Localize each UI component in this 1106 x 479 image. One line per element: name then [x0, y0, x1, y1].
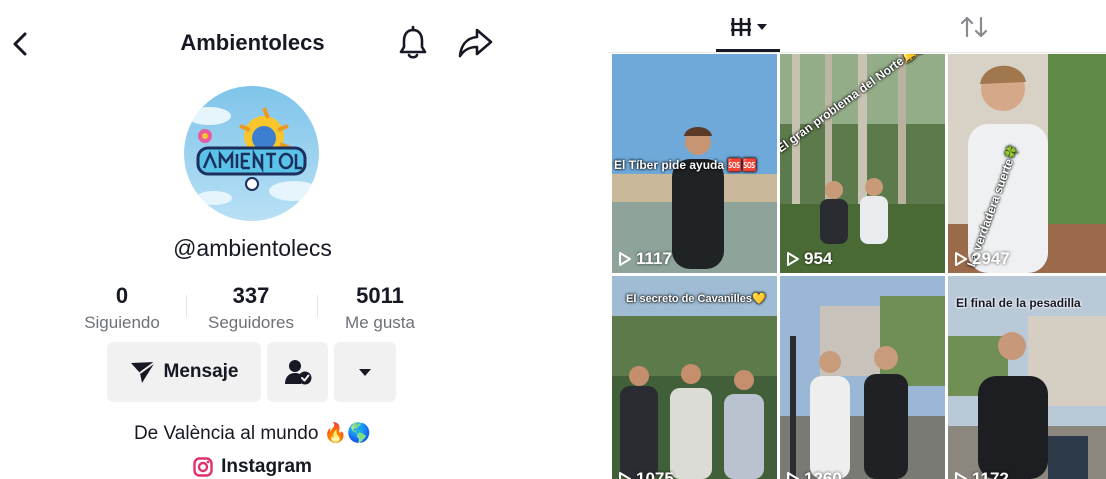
- play-icon: [955, 252, 967, 266]
- play-count: 1260: [786, 469, 842, 479]
- video-tile[interactable]: 1260: [780, 276, 945, 479]
- play-icon: [787, 472, 799, 479]
- video-caption: El Tíber pide ayuda 🆘🆘: [614, 158, 758, 172]
- play-icon: [787, 252, 799, 266]
- tab-videos[interactable]: [718, 12, 780, 42]
- avatar[interactable]: [184, 86, 319, 221]
- play-icon: [619, 472, 631, 479]
- profile-stats: 0 Siguiendo 337 Seguidores 5011 Me gusta: [75, 284, 430, 334]
- likes-count: 5011: [356, 283, 404, 308]
- send-icon: [130, 361, 156, 383]
- play-count: 1172: [954, 469, 1009, 479]
- video-tile[interactable]: El secreto de Cavanilles💛 1075: [612, 276, 777, 479]
- message-button-label: Mensaje: [163, 361, 239, 382]
- video-tile[interactable]: El gran problema del Norte🔔🔔 954: [780, 54, 945, 273]
- play-count-value: 2947: [972, 249, 1010, 268]
- play-icon: [955, 472, 967, 479]
- avatar-logo-image: [184, 86, 319, 221]
- play-count-value: 1117: [636, 249, 672, 268]
- video-caption: El secreto de Cavanilles💛: [626, 293, 766, 305]
- play-count-value: 1260: [804, 469, 842, 479]
- stat-divider: [186, 295, 187, 317]
- play-count: 1117: [618, 249, 672, 269]
- likes-label: Me gusta: [345, 313, 415, 332]
- video-thumbnail: [780, 276, 945, 479]
- friend-status-button[interactable]: [267, 342, 328, 402]
- videos-panel: El Tíber pide ayuda 🆘🆘 1117 El g: [609, 0, 1106, 479]
- stat-divider: [317, 295, 318, 317]
- notifications-button[interactable]: [396, 25, 430, 61]
- grid-icon: [731, 18, 767, 36]
- video-thumbnail: [612, 276, 777, 479]
- video-grid: El Tíber pide ayuda 🆘🆘 1117 El g: [609, 54, 1106, 479]
- tab-reposts[interactable]: [949, 12, 999, 42]
- play-count-value: 954: [804, 249, 833, 268]
- followers-label: Seguidores: [207, 313, 294, 332]
- video-caption: El final de la pesadilla: [956, 296, 1081, 310]
- instagram-link-label: Instagram: [221, 456, 312, 477]
- play-icon: [619, 252, 631, 266]
- tabs-divider: [609, 52, 1106, 53]
- video-tile[interactable]: El Tíber pide ayuda 🆘🆘 1117: [612, 54, 777, 273]
- video-tile[interactable]: El final de la pesadilla 1172: [948, 276, 1106, 479]
- followers-count: 337: [232, 283, 270, 308]
- user-check-icon: [284, 360, 311, 385]
- caret-down-icon: [359, 368, 371, 376]
- stat-followers[interactable]: 337 Seguidores: [191, 284, 311, 333]
- more-options-button[interactable]: [334, 342, 396, 402]
- share-button[interactable]: [455, 25, 495, 61]
- repost-icon: [960, 16, 988, 38]
- stat-likes[interactable]: 5011 Me gusta: [320, 284, 440, 333]
- instagram-icon: [193, 457, 213, 477]
- instagram-link[interactable]: Instagram: [0, 456, 505, 478]
- play-count: 1075: [618, 469, 674, 479]
- bell-icon: [399, 25, 427, 59]
- play-count: 954: [786, 249, 832, 269]
- share-icon: [458, 28, 493, 58]
- top-bar: Ambientolecs: [0, 0, 505, 88]
- play-count-value: 1075: [636, 469, 674, 479]
- stat-following[interactable]: 0 Siguiendo: [62, 284, 182, 333]
- video-tile[interactable]: La verdadera suerte🍀 2947: [948, 54, 1106, 273]
- following-label: Siguiendo: [84, 313, 160, 332]
- profile-panel: Ambientolecs @ambientolecs 0 Siguiendo 3…: [0, 0, 505, 479]
- profile-bio: De València al mundo 🔥🌎: [133, 423, 372, 444]
- play-count-value: 1172: [972, 469, 1009, 479]
- following-count: 0: [115, 283, 129, 308]
- username-handle: @ambientolecs: [173, 235, 332, 261]
- message-button[interactable]: Mensaje: [107, 342, 261, 402]
- content-tabs: [609, 0, 1106, 54]
- play-count: 2947: [954, 249, 1010, 269]
